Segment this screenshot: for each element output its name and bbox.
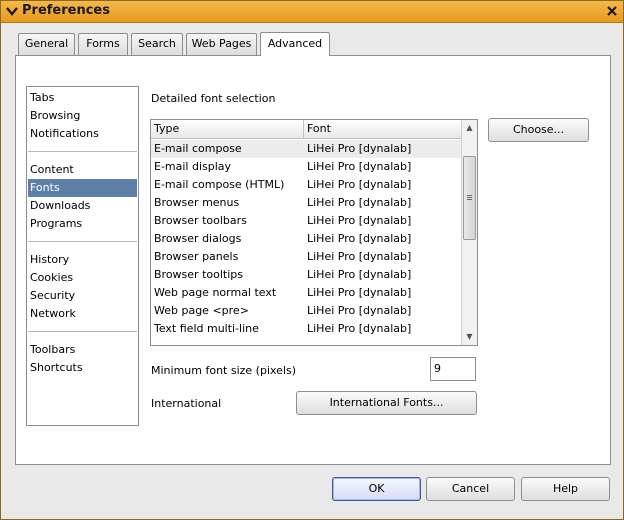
min-font-size-input[interactable]: 9 [430, 357, 476, 381]
category-downloads[interactable]: Downloads [28, 197, 137, 215]
international-fonts-button[interactable]: International Fonts... [296, 391, 477, 415]
category-browsing[interactable]: Browsing [28, 107, 137, 125]
row-font: LiHei Pro [dynalab] [307, 178, 412, 191]
category-security[interactable]: Security [28, 287, 137, 305]
choose-button[interactable]: Choose... [488, 118, 589, 142]
section-title: Detailed font selection [151, 92, 276, 105]
table-row[interactable]: Web page normal text LiHei Pro [dynalab] [151, 284, 461, 302]
tab-forms[interactable]: Forms [78, 33, 128, 55]
category-divider [28, 241, 137, 242]
row-type: E-mail display [154, 160, 232, 173]
scroll-up-arrow-icon[interactable]: ▲ [462, 120, 477, 136]
advanced-panel: Tabs Browsing Notifications Content Font… [15, 55, 611, 465]
min-font-size-label: Minimum font size (pixels) [151, 364, 297, 377]
close-icon[interactable] [606, 5, 618, 17]
row-type: Browser toolbars [154, 214, 247, 227]
international-label: International [151, 397, 222, 410]
font-table[interactable]: Type Font E-mail compose LiHei Pro [dynal… [150, 119, 478, 346]
tab-web-pages[interactable]: Web Pages [186, 33, 257, 55]
column-header-font[interactable]: Font [304, 120, 461, 139]
table-row[interactable]: Text field multi-line LiHei Pro [dynalab] [151, 320, 461, 338]
grip-line [467, 199, 472, 200]
row-font: LiHei Pro [dynalab] [307, 322, 412, 335]
category-history[interactable]: History [28, 251, 137, 269]
grip-line [467, 195, 472, 196]
table-row[interactable]: Browser dialogs LiHei Pro [dynalab] [151, 230, 461, 248]
ok-button[interactable]: OK [332, 477, 421, 501]
row-type: Browser tooltips [154, 268, 243, 281]
table-row[interactable]: Web page <pre> LiHei Pro [dynalab] [151, 302, 461, 320]
row-type: Web page <pre> [154, 304, 249, 317]
column-header-type[interactable]: Type [151, 120, 304, 139]
preferences-window: Preferences General Forms Search Web Pag… [0, 0, 624, 520]
row-font: LiHei Pro [dynalab] [307, 142, 412, 155]
category-notifications[interactable]: Notifications [28, 125, 137, 143]
row-type: E-mail compose (HTML) [154, 178, 285, 191]
category-list: Tabs Browsing Notifications Content Font… [26, 86, 139, 426]
category-content[interactable]: Content [28, 161, 137, 179]
row-font: LiHei Pro [dynalab] [307, 160, 412, 173]
row-font: LiHei Pro [dynalab] [307, 214, 412, 227]
window-title: Preferences [22, 3, 110, 18]
table-row[interactable]: E-mail display LiHei Pro [dynalab] [151, 158, 461, 176]
help-button[interactable]: Help [521, 477, 610, 501]
tab-advanced[interactable]: Advanced [260, 32, 330, 56]
table-row[interactable]: Browser panels LiHei Pro [dynalab] [151, 248, 461, 266]
row-font: LiHei Pro [dynalab] [307, 250, 412, 263]
tab-search[interactable]: Search [131, 33, 183, 55]
category-tabs[interactable]: Tabs [28, 89, 137, 107]
title-bar[interactable]: Preferences [1, 1, 623, 23]
row-type: Text field multi-line [154, 322, 259, 335]
row-type: Web page normal text [154, 286, 277, 299]
category-fonts[interactable]: Fonts [28, 179, 137, 197]
row-font: LiHei Pro [dynalab] [307, 286, 412, 299]
category-divider [28, 331, 137, 332]
tab-general[interactable]: General [18, 33, 75, 55]
table-row[interactable]: E-mail compose LiHei Pro [dynalab] [151, 140, 461, 158]
category-cookies[interactable]: Cookies [28, 269, 137, 287]
table-row[interactable]: Browser tooltips LiHei Pro [dynalab] [151, 266, 461, 284]
row-type: E-mail compose [154, 142, 242, 155]
category-divider [28, 151, 137, 152]
table-scrollbar[interactable]: ▲ ▼ [461, 120, 477, 345]
row-font: LiHei Pro [dynalab] [307, 196, 412, 209]
row-font: LiHei Pro [dynalab] [307, 268, 412, 281]
table-row[interactable]: E-mail compose (HTML) LiHei Pro [dynalab] [151, 176, 461, 194]
cancel-button[interactable]: Cancel [426, 477, 515, 501]
category-shortcuts[interactable]: Shortcuts [28, 359, 137, 377]
table-row[interactable]: Browser toolbars LiHei Pro [dynalab] [151, 212, 461, 230]
table-row[interactable]: Browser menus LiHei Pro [dynalab] [151, 194, 461, 212]
category-programs[interactable]: Programs [28, 215, 137, 233]
row-type: Browser menus [154, 196, 240, 209]
scrollbar-thumb[interactable] [463, 156, 476, 240]
row-font: LiHei Pro [dynalab] [307, 304, 412, 317]
category-network[interactable]: Network [28, 305, 137, 323]
window-menu-chevron-icon[interactable] [5, 4, 19, 18]
category-toolbars[interactable]: Toolbars [28, 341, 137, 359]
grip-line [467, 197, 472, 198]
row-font: LiHei Pro [dynalab] [307, 232, 412, 245]
table-header: Type Font [151, 120, 461, 139]
row-type: Browser panels [154, 250, 239, 263]
scroll-down-arrow-icon[interactable]: ▼ [462, 329, 477, 345]
row-type: Browser dialogs [154, 232, 242, 245]
